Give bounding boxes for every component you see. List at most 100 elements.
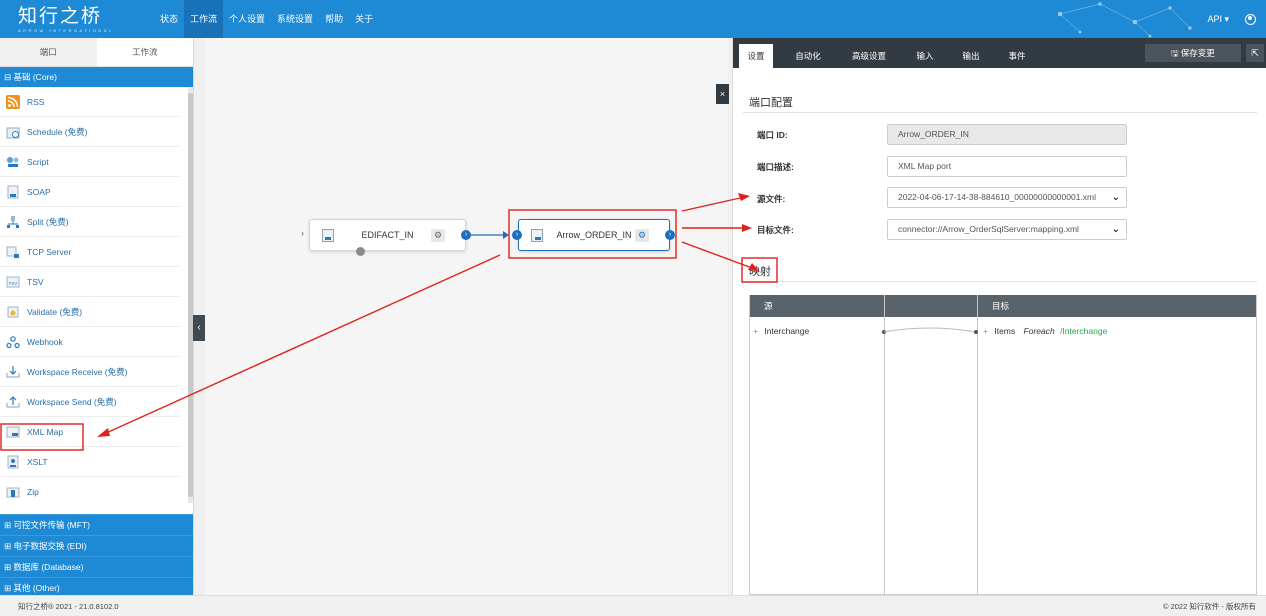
tab-automation[interactable]: 自动化 [789,44,827,68]
source-column-header: 源 [764,301,773,311]
scrollbar-thumb[interactable] [188,93,193,497]
sidebar-item-schedule[interactable]: Schedule (免费) [0,117,180,147]
sidebar-item-label: Script [27,156,49,167]
sidebar-scrollbar[interactable] [188,87,193,503]
target-node-label: Items [994,326,1016,336]
input-port-icon[interactable]: › [512,230,522,240]
sidebar-item-xml-map[interactable]: XML Map [0,417,180,447]
expand-icon[interactable]: + [753,326,758,336]
sidebar-item-tcp-server[interactable]: TCP Server [0,237,180,267]
sidebar-item-label: Workspace Send (免费) [27,396,117,407]
copyright-text: © 2022 知行软件 - 版权所有 [1162,602,1256,611]
external-link-icon[interactable]: ⇱ [1246,44,1264,62]
api-menu[interactable]: API ▾ [1207,14,1229,25]
rss-icon [6,94,20,109]
sidebar-item-soap[interactable]: SOAP [0,177,180,207]
sidebar-item-rss[interactable]: RSS [0,87,180,117]
tab-input[interactable]: 输入 [911,44,939,68]
sidebar-item-label: RSS [27,96,45,107]
mapping-header: 源 目标 [750,295,1256,317]
save-changes-button[interactable]: 🖫 保存变更 [1145,44,1241,62]
source-tree-root[interactable]: + Interchange [753,326,809,336]
port-description-label: 端口描述: [757,162,794,172]
nav-status[interactable]: 状态 [154,0,184,38]
sidebar-item-label: TCP Server [27,246,72,257]
foreach-path: /Interchange [1060,326,1108,336]
source-file-value: 2022-04-06-17-14-38-884610_0000000000000… [898,192,1097,202]
workspace-send-icon [6,395,20,409]
input-port-icon[interactable]: › [301,228,304,238]
sidebar-item-validate[interactable]: Validate (免费) [0,297,180,327]
port-description-field[interactable]: XML Map port [887,156,1127,177]
sidebar-item-webhook[interactable]: Webhook [0,327,180,357]
expand-icon[interactable]: + [983,326,988,336]
port-id-field: Arrow_ORDER_IN [887,124,1127,145]
sidebar-item-script[interactable]: Script [0,147,180,177]
gear-icon[interactable]: ⚙ [635,229,649,242]
tab-advanced[interactable]: 高级设置 [845,44,893,68]
target-tree-item[interactable]: + Items Foreach /Interchange [983,326,1107,336]
source-file-select[interactable]: 2022-04-06-17-14-38-884610_0000000000000… [887,187,1127,208]
connector-sidebar: 端口 工作流 ⊟ 基础 (Core) RSS Schedule (免费) Scr… [0,38,194,598]
category-database[interactable]: ⊞ 数据库 (Database) [0,556,193,577]
svg-text:TSV: TSV [9,281,18,286]
category-edi[interactable]: ⊞ 电子数据交换 (EDI) [0,535,193,556]
sidebar-item-zip[interactable]: Zip [0,477,180,503]
tab-settings[interactable]: 设置 [739,44,773,68]
target-column-header: 目标 [992,301,1010,311]
status-bar: 知行之桥® 2021 - 21.0.8102.0 © 2022 知行软件 - 版… [0,595,1266,616]
source-file-label: 源文件: [757,194,786,204]
sidebar-item-label: Workspace Receive (免费) [27,366,128,377]
section-title: 端口配置 [749,97,793,109]
logo-text: 知行之桥 [18,5,103,27]
nav-workflow[interactable]: 工作流 [184,0,224,38]
section-divider [743,112,1257,113]
tab-events[interactable]: 事件 [1003,44,1031,68]
zip-icon [6,485,20,499]
node-arrow-order-in[interactable]: › Arrow_ORDER_IN ⚙ › [512,219,675,251]
chevron-left-icon: ‹ [197,322,201,333]
sidebar-item-split[interactable]: Split (免费) [0,207,180,237]
target-file-select[interactable]: connector://Arrow_OrderSqlServer:mapping… [887,219,1127,240]
sidebar-item-label: XSLT [27,456,48,467]
sidebar-item-workspace-receive[interactable]: Workspace Receive (免费) [0,357,180,387]
connector-list: RSS Schedule (免费) Script SOAP Split (免费)… [0,87,193,503]
target-file-value: connector://Arrow_OrderSqlServer:mapping… [898,224,1079,234]
tab-output[interactable]: 输出 [957,44,985,68]
tab-workflows[interactable]: 工作流 [97,38,194,66]
nav-help[interactable]: 帮助 [319,0,349,38]
node-edifact-in[interactable]: › EDIFACT_IN ⚙ › [301,219,471,256]
sidebar-item-xslt[interactable]: XSLT [0,447,180,477]
sidebar-item-tsv[interactable]: TSV TSV [0,267,180,297]
sidebar-item-workspace-send[interactable]: Workspace Send (免费) [0,387,180,417]
sidebar-item-label: TSV [27,276,44,287]
schedule-icon [6,125,20,139]
group-core[interactable]: ⊟ 基础 (Core) [0,67,193,87]
chevron-down-icon: ⌄ [1111,192,1120,203]
nav-system-settings[interactable]: 系统设置 [271,0,319,38]
gear-icon[interactable]: ⚙ [431,229,445,242]
category-mft[interactable]: ⊞ 可控文件传输 (MFT) [0,514,193,535]
tab-ports[interactable]: 端口 [0,38,97,66]
output-port-icon[interactable]: › [665,230,675,240]
sidebar-item-label: Zip [27,486,39,497]
nav-about[interactable]: 关于 [349,0,379,38]
tsv-icon: TSV [6,275,20,289]
close-panel-button[interactable]: × [716,84,729,104]
mapping-table[interactable]: 源 目标 + Interchange + Items Foreach /Inte… [749,295,1257,595]
node-label: Arrow_ORDER_IN [556,230,632,240]
source-node-label: Interchange [764,326,810,336]
edifact-icon [322,229,334,242]
user-icon[interactable] [1245,13,1256,25]
split-icon [6,215,20,229]
nav-personal-settings[interactable]: 个人设置 [223,0,271,38]
workflow-canvas[interactable]: › EDIFACT_IN ⚙ › › Arrow_ORDER_IN ⚙ › [205,38,728,595]
node-label: EDIFACT_IN [361,230,414,240]
logo[interactable]: 知行之桥 ARROW INTERNATIONAL [18,6,114,33]
collapse-sidebar-button[interactable]: ‹ [193,315,205,341]
sidebar-item-label: Webhook [27,336,63,347]
sidebar-item-label: Validate (免费) [27,306,83,317]
chevron-down-icon: ⌄ [1111,224,1120,235]
sidebar-item-label: XML Map [27,426,64,437]
add-port-icon[interactable] [356,247,365,256]
